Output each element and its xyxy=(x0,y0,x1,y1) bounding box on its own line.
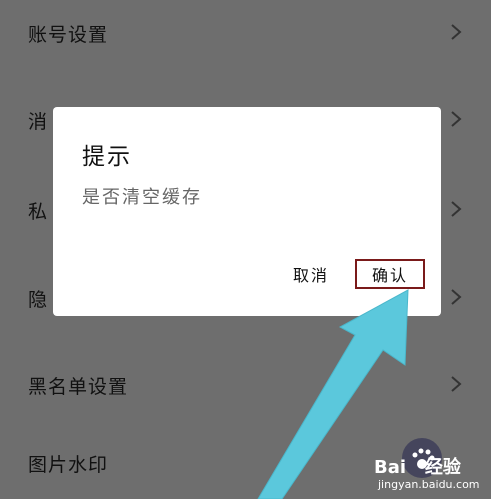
watermark-brand: Bai 经验 xyxy=(374,457,461,478)
annotation-arrow-icon xyxy=(257,289,409,499)
watermark-url: jingyan.baidu.com xyxy=(378,478,480,491)
